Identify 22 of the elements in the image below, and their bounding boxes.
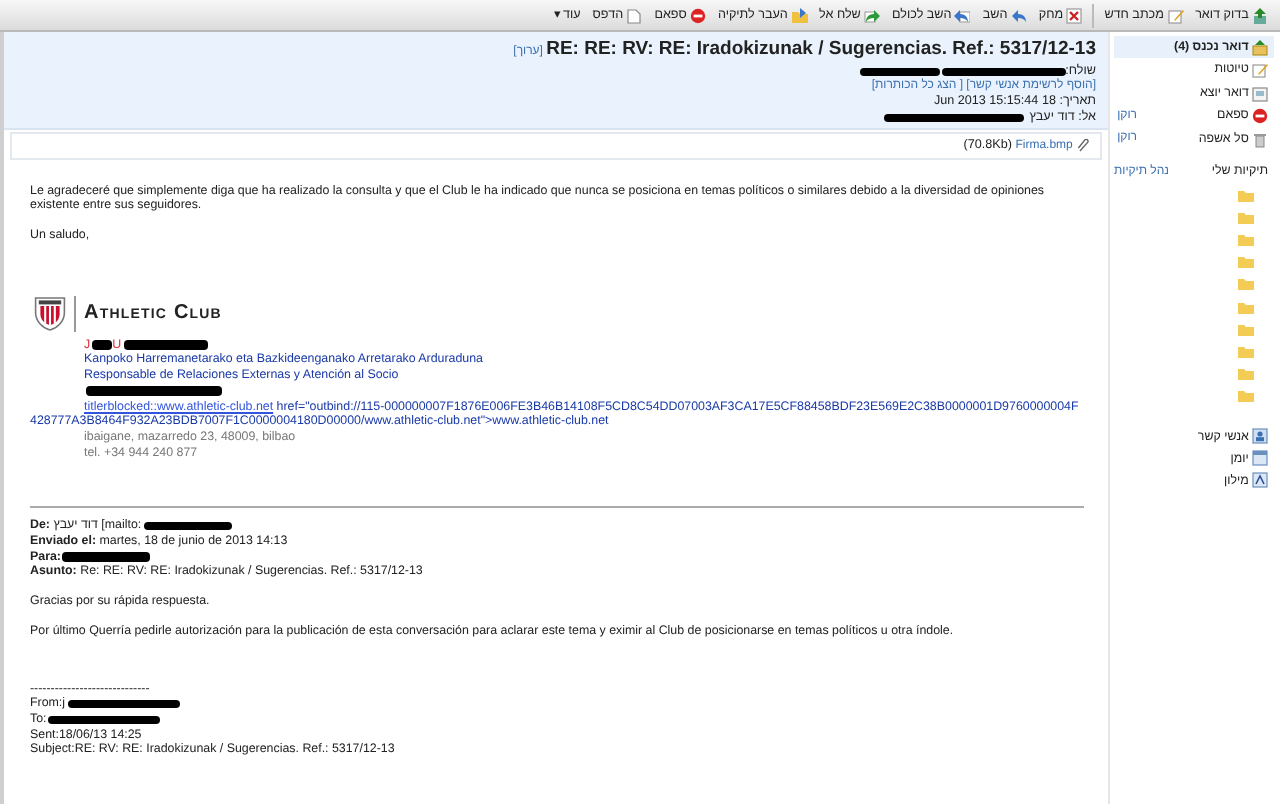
stop-icon <box>689 7 706 23</box>
message-subject: RE: RE: RV: RE: Iradokizunak / Sugerencias. Ref.: 5317/12-13 <box>546 36 1096 63</box>
pencil-icon <box>1167 7 1184 23</box>
folder-arrow-icon <box>791 7 808 23</box>
reply-all-icon <box>954 7 971 23</box>
page-icon <box>626 7 643 23</box>
crest-icon <box>34 295 66 332</box>
pencil-icon <box>1252 62 1268 78</box>
redaction-bar <box>883 113 1024 123</box>
calendar-icon <box>1252 450 1268 467</box>
paperclip-icon <box>1076 137 1092 154</box>
tray-icon <box>1252 85 1268 101</box>
reply-icon <box>1010 7 1027 23</box>
forward-icon <box>864 7 881 23</box>
contact-card-icon <box>1252 428 1268 445</box>
logo-text: Athletic Club <box>84 305 222 322</box>
trash-icon <box>1252 131 1268 147</box>
stop-icon <box>1252 108 1268 124</box>
delete-icon <box>1066 7 1083 23</box>
book-icon <box>1252 472 1268 489</box>
arrow-icon <box>1252 7 1268 23</box>
inbox-icon <box>1252 39 1268 55</box>
